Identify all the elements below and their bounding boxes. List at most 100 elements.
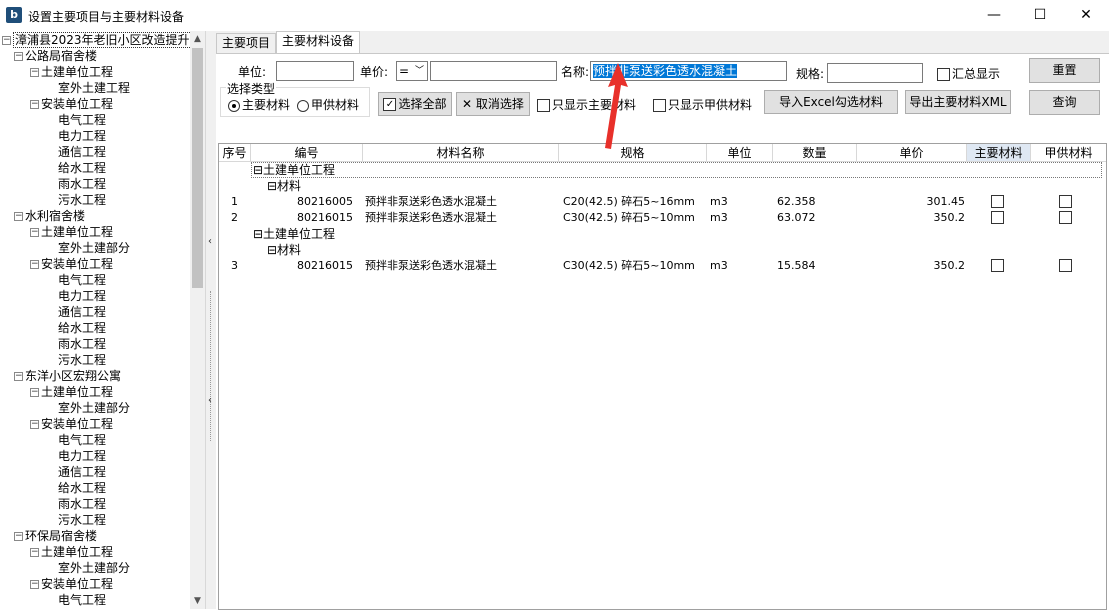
tree-node[interactable]: 通信工程 [58, 464, 106, 480]
collapse-icon[interactable]: − [30, 548, 39, 557]
tree-node[interactable]: − 东洋小区宏翔公寓 [14, 368, 121, 384]
radio-supply-material[interactable]: 甲供材料 [297, 96, 359, 113]
tree-node[interactable]: 给水工程 [58, 160, 106, 176]
cell-qty[interactable]: 62.358 [777, 194, 816, 210]
checkbox-main[interactable] [991, 259, 1004, 272]
collapse-icon[interactable]: − [30, 260, 39, 269]
tab-main-items[interactable]: 主要项目 [216, 33, 277, 53]
tree-node[interactable]: − 土建单位工程 [30, 224, 113, 240]
cancel-select-button[interactable]: ✕ 取消选择 [456, 92, 530, 116]
cell-spec[interactable]: C30(42.5) 碎石5~10mm [563, 258, 695, 274]
cell-code[interactable]: 80216015 [297, 258, 353, 274]
tree-node[interactable]: 室外土建部分 [58, 400, 130, 416]
col-header-code[interactable]: 编号 [251, 144, 363, 162]
spec-input[interactable] [827, 63, 923, 83]
collapse-icon[interactable]: − [30, 580, 39, 589]
tree-node[interactable]: 电气工程 [58, 432, 106, 448]
cell-no[interactable]: 1 [231, 194, 238, 210]
tree-node[interactable]: − 水利宿舍楼 [14, 208, 85, 224]
checkbox-main[interactable] [991, 195, 1004, 208]
cell-code[interactable]: 80216015 [297, 210, 353, 226]
tree-node[interactable]: 污水工程 [58, 512, 106, 528]
tree-node[interactable]: 室外土建工程 [58, 80, 130, 96]
tree-node[interactable]: 污水工程 [58, 192, 106, 208]
radio-supply-icon[interactable] [297, 99, 309, 112]
scroll-down-icon[interactable]: ▼ [190, 593, 205, 609]
cell-no[interactable]: 3 [231, 258, 238, 274]
price-operator-select[interactable]: = ﹀ [396, 61, 428, 81]
col-header-name[interactable]: 材料名称 [363, 144, 559, 162]
collapse-icon[interactable]: − [30, 68, 39, 77]
collapse-icon[interactable]: − [14, 372, 23, 381]
scroll-up-icon[interactable]: ▲ [190, 31, 205, 47]
checkbox-main[interactable] [991, 211, 1004, 224]
tree-node[interactable]: 电力工程 [58, 448, 106, 464]
price-input[interactable] [430, 61, 557, 81]
select-all-button[interactable]: ✓ 选择全部 [378, 92, 452, 116]
tab-main-materials[interactable]: 主要材料设备 [276, 31, 361, 53]
tree-node[interactable]: 雨水工程 [58, 336, 106, 352]
close-button[interactable]: ✕ [1063, 0, 1109, 31]
cell-name[interactable]: 预拌非泵送彩色透水混凝土 [365, 258, 497, 274]
collapse-icon[interactable]: − [30, 388, 39, 397]
checkbox-supply[interactable] [1059, 195, 1072, 208]
collapse-icon[interactable]: − [30, 100, 39, 109]
tree-node[interactable]: − 土建单位工程 [30, 544, 113, 560]
tree-node[interactable]: − 安装单位工程 [30, 416, 113, 432]
subgroup-row[interactable]: ⊟材料 [267, 242, 301, 258]
cell-price[interactable]: 301.45 [859, 194, 966, 210]
collapse-icon[interactable]: − [30, 420, 39, 429]
cell-spec[interactable]: C30(42.5) 碎石5~10mm [563, 210, 695, 226]
reset-button[interactable]: 重置 [1029, 58, 1100, 83]
collapse-icon[interactable]: − [14, 212, 23, 221]
checkbox-supply[interactable] [1059, 259, 1072, 272]
tree-node[interactable]: − 土建单位工程 [30, 64, 113, 80]
scroll-thumb[interactable] [192, 48, 203, 288]
collapse-icon[interactable]: − [14, 532, 23, 541]
col-header-supply[interactable]: 甲供材料 [1031, 144, 1106, 162]
tree-node[interactable]: − 环保局宿舍楼 [14, 528, 97, 544]
tree-node[interactable]: 室外土建部分 [58, 240, 130, 256]
tree-scrollbar[interactable]: ▲ ▼ [190, 31, 205, 609]
col-header-spec[interactable]: 规格 [559, 144, 707, 162]
tree-node[interactable]: 给水工程 [58, 320, 106, 336]
collapse-left-icon-2[interactable]: ‹ [208, 395, 212, 406]
collapse-left-icon[interactable]: ‹ [208, 236, 212, 247]
cell-qty[interactable]: 63.072 [777, 210, 816, 226]
tree-node[interactable]: 电气工程 [58, 112, 106, 128]
tree-node[interactable]: 电气工程 [58, 592, 106, 608]
collapse-icon[interactable]: − [30, 228, 39, 237]
tree-node[interactable]: 给水工程 [58, 480, 106, 496]
cell-price[interactable]: 350.2 [859, 258, 966, 274]
col-header-main[interactable]: 主要材料 [967, 144, 1031, 162]
tree-root[interactable]: − 漳浦县2023年老旧小区改造提升 [2, 32, 192, 48]
summary-checkbox-box[interactable] [937, 68, 950, 81]
col-header-unit[interactable]: 单位 [707, 144, 773, 162]
subgroup-row[interactable]: ⊟材料 [267, 178, 301, 194]
tree-node[interactable]: 雨水工程 [58, 496, 106, 512]
cell-price[interactable]: 350.2 [859, 210, 966, 226]
radio-main-icon[interactable] [228, 99, 240, 112]
cell-unit[interactable]: m3 [710, 258, 728, 274]
tree-node[interactable]: 电力工程 [58, 128, 106, 144]
col-header-qty[interactable]: 数量 [773, 144, 857, 162]
export-xml-button[interactable]: 导出主要材料XML [905, 90, 1011, 114]
only-supply-checkbox[interactable]: 只显示甲供材料 [653, 96, 752, 113]
cell-name[interactable]: 预拌非泵送彩色透水混凝土 [365, 194, 497, 210]
tree-node[interactable]: − 土建单位工程 [30, 384, 113, 400]
tree-node[interactable]: − 公路局宿舍楼 [14, 48, 97, 64]
only-supply-box[interactable] [653, 99, 666, 112]
radio-main-material[interactable]: 主要材料 [228, 96, 290, 113]
query-button[interactable]: 查询 [1029, 90, 1100, 115]
unit-input[interactable] [276, 61, 354, 81]
cell-no[interactable]: 2 [231, 210, 238, 226]
import-excel-button[interactable]: 导入Excel勾选材料 [764, 90, 898, 114]
maximize-button[interactable]: ☐ [1017, 0, 1063, 31]
minimize-button[interactable]: — [971, 0, 1017, 31]
tree-node[interactable]: − 安装单位工程 [30, 96, 113, 112]
splitter[interactable]: ‹ ‹ [205, 31, 216, 609]
cell-qty[interactable]: 15.584 [777, 258, 816, 274]
cell-name[interactable]: 预拌非泵送彩色透水混凝土 [365, 210, 497, 226]
cell-spec[interactable]: C20(42.5) 碎石5~16mm [563, 194, 695, 210]
tree-node[interactable]: 电力工程 [58, 288, 106, 304]
